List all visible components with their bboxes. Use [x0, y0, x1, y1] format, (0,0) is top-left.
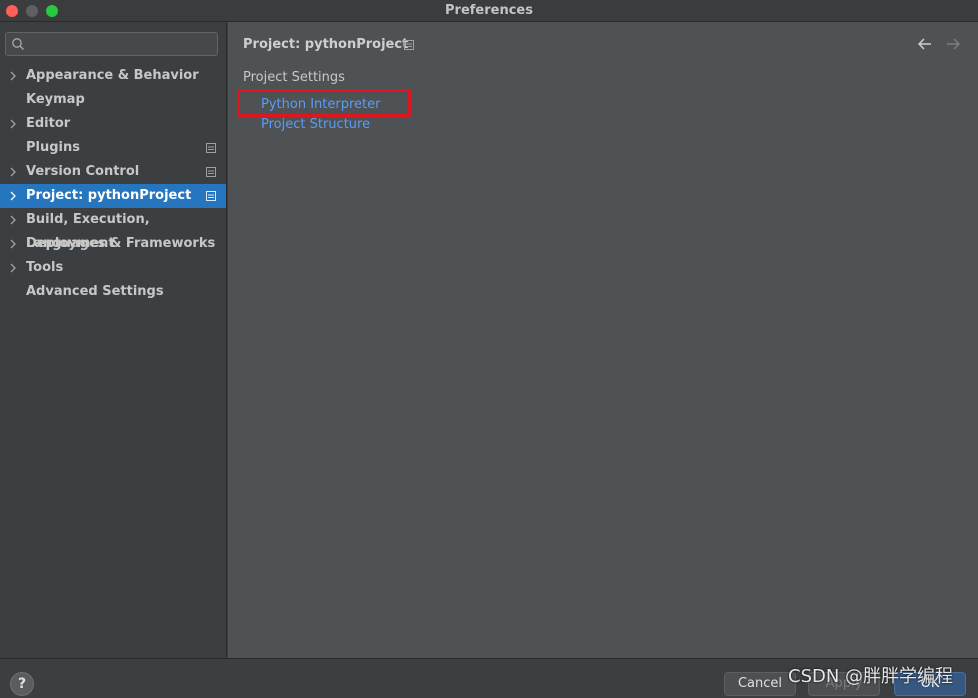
cancel-button[interactable]: Cancel: [724, 672, 796, 696]
arrow-left-icon[interactable]: [918, 38, 932, 50]
chevron-right-icon[interactable]: [9, 215, 17, 225]
sidebar-item-label: Tools: [26, 260, 64, 275]
settings-nav: Appearance & Behavior Keymap Editor Plug…: [0, 64, 226, 304]
window-title: Preferences: [445, 3, 533, 18]
breadcrumb: Project: pythonProject: [243, 37, 409, 52]
sidebar-item-languages-frameworks[interactable]: Languages & Frameworks: [0, 232, 226, 256]
chevron-right-icon[interactable]: [9, 167, 17, 177]
sidebar-item-project[interactable]: Project: pythonProject: [0, 184, 226, 208]
chevron-right-icon[interactable]: [9, 71, 17, 81]
sidebar-item-build-execution-deployment[interactable]: Build, Execution, Deployment: [0, 208, 226, 251]
sidebar-item-advanced-settings[interactable]: Advanced Settings: [0, 280, 226, 304]
sidebar-item-label: Version Control: [26, 164, 140, 179]
python-interpreter-link[interactable]: Python Interpreter: [261, 97, 380, 112]
arrow-right-icon[interactable]: [946, 38, 960, 50]
sidebar-item-tools[interactable]: Tools: [0, 256, 226, 280]
chevron-right-icon[interactable]: [9, 191, 17, 201]
project-level-icon: [206, 167, 216, 177]
settings-sidebar: Appearance & Behavior Keymap Editor Plug…: [0, 22, 227, 658]
sidebar-item-editor[interactable]: Editor: [0, 112, 226, 136]
sidebar-item-appearance-behavior[interactable]: Appearance & Behavior: [0, 64, 226, 88]
chevron-right-icon[interactable]: [9, 119, 17, 129]
search-icon: [12, 38, 24, 50]
section-title: Project Settings: [243, 70, 345, 85]
help-button[interactable]: ?: [10, 672, 34, 696]
help-icon: ?: [17, 676, 27, 692]
sidebar-item-keymap[interactable]: Keymap: [0, 88, 226, 112]
title-bar: Preferences: [0, 0, 978, 22]
sidebar-item-label: Editor: [26, 116, 71, 131]
chevron-right-icon[interactable]: [9, 263, 17, 273]
watermark: CSDN @胖胖学编程: [788, 666, 954, 687]
sidebar-item-label: Project: pythonProject: [26, 188, 192, 203]
settings-search-input[interactable]: [5, 32, 218, 56]
chevron-right-icon[interactable]: [9, 239, 17, 249]
sidebar-item-label: Appearance & Behavior: [26, 68, 199, 83]
settings-content: Project: pythonProject Project Settings …: [228, 22, 978, 658]
sidebar-item-label: Advanced Settings: [26, 284, 164, 299]
sidebar-item-label: Keymap: [26, 92, 85, 107]
project-level-icon: [206, 143, 216, 153]
sidebar-item-label: Plugins: [26, 140, 80, 155]
sidebar-item-plugins[interactable]: Plugins: [0, 136, 226, 160]
project-level-icon: [404, 40, 414, 50]
project-structure-link[interactable]: Project Structure: [261, 117, 370, 132]
sidebar-item-label: Languages & Frameworks: [26, 236, 216, 251]
project-level-icon: [206, 191, 216, 201]
sidebar-item-version-control[interactable]: Version Control: [0, 160, 226, 184]
